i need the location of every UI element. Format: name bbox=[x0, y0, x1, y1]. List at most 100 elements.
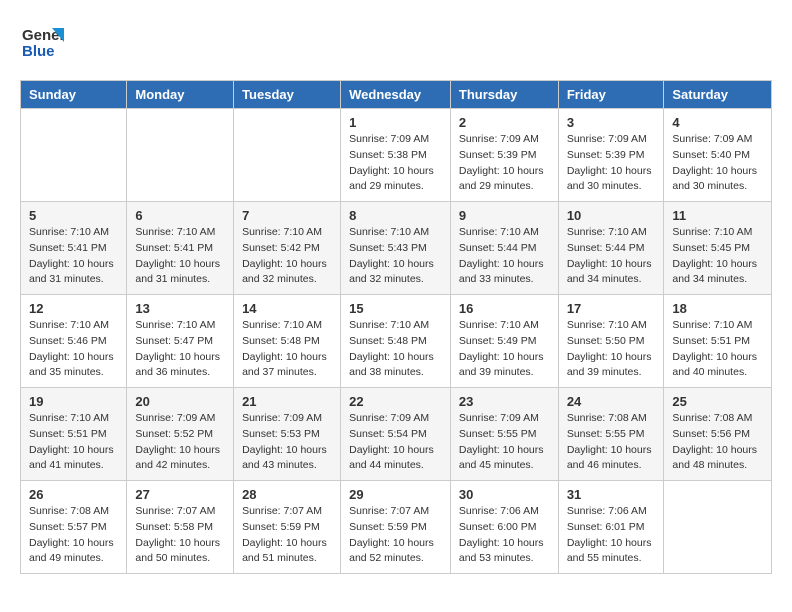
day-number: 10 bbox=[567, 208, 656, 223]
day-info: Sunrise: 7:10 AM Sunset: 5:42 PM Dayligh… bbox=[242, 225, 332, 288]
day-number: 3 bbox=[567, 115, 656, 130]
day-cell: 3Sunrise: 7:09 AM Sunset: 5:39 PM Daylig… bbox=[558, 109, 664, 202]
day-cell: 24 Sunrise: 7:08 AM Sunset: 5:55 PM Dayli… bbox=[558, 388, 664, 481]
day-info: Sunrise: 7:06 AM Sunset: 6:00 PM Dayligh… bbox=[459, 504, 550, 567]
day-number: 11 bbox=[672, 208, 763, 223]
day-number: 25 bbox=[672, 394, 763, 409]
day-info: Sunrise: 7:10 AM Sunset: 5:44 PM Dayligh… bbox=[459, 225, 550, 288]
day-number: 18 bbox=[672, 301, 763, 316]
day-cell: 5 Sunrise: 7:10 AM Sunset: 5:41 PM Daylig… bbox=[21, 202, 127, 295]
day-cell: 2 Sunrise: 7:09 AM Sunset: 5:39 PM Daylig… bbox=[450, 109, 558, 202]
weekday-header-tuesday: Tuesday bbox=[234, 81, 341, 109]
day-number: 12 bbox=[29, 301, 118, 316]
day-number: 30 bbox=[459, 487, 550, 502]
day-cell: 26 Sunrise: 7:08 AM Sunset: 5:57 PM Dayli… bbox=[21, 481, 127, 574]
day-info: Sunrise: 7:09 AM Sunset: 5:38 PM Dayligh… bbox=[349, 132, 442, 195]
day-number: 17 bbox=[567, 301, 656, 316]
day-info: Sunrise: 7:09 AM Sunset: 5:52 PM Dayligh… bbox=[135, 411, 225, 474]
day-cell: 11 Sunrise: 7:10 AM Sunset: 5:45 PM Dayli… bbox=[664, 202, 772, 295]
weekday-header-wednesday: Wednesday bbox=[341, 81, 451, 109]
day-cell: 10 Sunrise: 7:10 AM Sunset: 5:44 PM Dayli… bbox=[558, 202, 664, 295]
week-row-5: 26 Sunrise: 7:08 AM Sunset: 5:57 PM Dayli… bbox=[21, 481, 772, 574]
day-number: 28 bbox=[242, 487, 332, 502]
day-cell bbox=[21, 109, 127, 202]
day-number: 14 bbox=[242, 301, 332, 316]
day-cell: 13 Sunrise: 7:10 AM Sunset: 5:47 PM Dayli… bbox=[127, 295, 234, 388]
week-row-4: 19 Sunrise: 7:10 AM Sunset: 5:51 PM Dayli… bbox=[21, 388, 772, 481]
day-info: Sunrise: 7:09 AM Sunset: 5:39 PM Dayligh… bbox=[459, 132, 550, 195]
day-number: 19 bbox=[29, 394, 118, 409]
day-cell: 27 Sunrise: 7:07 AM Sunset: 5:58 PM Dayli… bbox=[127, 481, 234, 574]
day-cell: 16 Sunrise: 7:10 AM Sunset: 5:49 PM Dayli… bbox=[450, 295, 558, 388]
day-cell: 31 Sunrise: 7:06 AM Sunset: 6:01 PM Dayli… bbox=[558, 481, 664, 574]
day-info: Sunrise: 7:10 AM Sunset: 5:48 PM Dayligh… bbox=[349, 318, 442, 381]
day-cell: 28 Sunrise: 7:07 AM Sunset: 5:59 PM Dayli… bbox=[234, 481, 341, 574]
day-cell: 25Sunrise: 7:08 AM Sunset: 5:56 PM Dayli… bbox=[664, 388, 772, 481]
day-cell: 23 Sunrise: 7:09 AM Sunset: 5:55 PM Dayli… bbox=[450, 388, 558, 481]
day-info: Sunrise: 7:07 AM Sunset: 5:59 PM Dayligh… bbox=[242, 504, 332, 567]
day-cell bbox=[664, 481, 772, 574]
day-info: Sunrise: 7:09 AM Sunset: 5:53 PM Dayligh… bbox=[242, 411, 332, 474]
weekday-header-sunday: Sunday bbox=[21, 81, 127, 109]
day-number: 2 bbox=[459, 115, 550, 130]
day-cell bbox=[127, 109, 234, 202]
day-cell: 12 Sunrise: 7:10 AM Sunset: 5:46 PM Dayli… bbox=[21, 295, 127, 388]
day-info: Sunrise: 7:10 AM Sunset: 5:45 PM Dayligh… bbox=[672, 225, 763, 288]
day-number: 5 bbox=[29, 208, 118, 223]
day-info: Sunrise: 7:10 AM Sunset: 5:47 PM Dayligh… bbox=[135, 318, 225, 381]
day-number: 29 bbox=[349, 487, 442, 502]
logo: General Blue bbox=[20, 20, 64, 64]
calendar-table: SundayMondayTuesdayWednesdayThursdayFrid… bbox=[20, 80, 772, 574]
day-cell: 15Sunrise: 7:10 AM Sunset: 5:48 PM Dayli… bbox=[341, 295, 451, 388]
day-number: 13 bbox=[135, 301, 225, 316]
day-info: Sunrise: 7:10 AM Sunset: 5:41 PM Dayligh… bbox=[135, 225, 225, 288]
day-info: Sunrise: 7:10 AM Sunset: 5:49 PM Dayligh… bbox=[459, 318, 550, 381]
day-number: 27 bbox=[135, 487, 225, 502]
weekday-header-saturday: Saturday bbox=[664, 81, 772, 109]
day-info: Sunrise: 7:07 AM Sunset: 5:58 PM Dayligh… bbox=[135, 504, 225, 567]
day-cell: 18 Sunrise: 7:10 AM Sunset: 5:51 PM Dayli… bbox=[664, 295, 772, 388]
day-cell: 17 Sunrise: 7:10 AM Sunset: 5:50 PM Dayli… bbox=[558, 295, 664, 388]
day-info: Sunrise: 7:10 AM Sunset: 5:43 PM Dayligh… bbox=[349, 225, 442, 288]
day-cell: 29Sunrise: 7:07 AM Sunset: 5:59 PM Dayli… bbox=[341, 481, 451, 574]
day-cell: 8Sunrise: 7:10 AM Sunset: 5:43 PM Daylig… bbox=[341, 202, 451, 295]
day-cell bbox=[234, 109, 341, 202]
day-info: Sunrise: 7:08 AM Sunset: 5:57 PM Dayligh… bbox=[29, 504, 118, 567]
day-cell: 6Sunrise: 7:10 AM Sunset: 5:41 PM Daylig… bbox=[127, 202, 234, 295]
day-cell: 21Sunrise: 7:09 AM Sunset: 5:53 PM Dayli… bbox=[234, 388, 341, 481]
day-info: Sunrise: 7:10 AM Sunset: 5:44 PM Dayligh… bbox=[567, 225, 656, 288]
day-number: 16 bbox=[459, 301, 550, 316]
day-number: 4 bbox=[672, 115, 763, 130]
day-cell: 4Sunrise: 7:09 AM Sunset: 5:40 PM Daylig… bbox=[664, 109, 772, 202]
day-cell: 7Sunrise: 7:10 AM Sunset: 5:42 PM Daylig… bbox=[234, 202, 341, 295]
day-cell: 14 Sunrise: 7:10 AM Sunset: 5:48 PM Dayli… bbox=[234, 295, 341, 388]
weekday-header-friday: Friday bbox=[558, 81, 664, 109]
day-info: Sunrise: 7:09 AM Sunset: 5:54 PM Dayligh… bbox=[349, 411, 442, 474]
day-number: 26 bbox=[29, 487, 118, 502]
day-info: Sunrise: 7:10 AM Sunset: 5:41 PM Dayligh… bbox=[29, 225, 118, 288]
day-number: 31 bbox=[567, 487, 656, 502]
day-info: Sunrise: 7:10 AM Sunset: 5:48 PM Dayligh… bbox=[242, 318, 332, 381]
page-header: General Blue bbox=[20, 20, 772, 64]
weekday-header-thursday: Thursday bbox=[450, 81, 558, 109]
day-info: Sunrise: 7:06 AM Sunset: 6:01 PM Dayligh… bbox=[567, 504, 656, 567]
day-info: Sunrise: 7:08 AM Sunset: 5:55 PM Dayligh… bbox=[567, 411, 656, 474]
day-info: Sunrise: 7:10 AM Sunset: 5:46 PM Dayligh… bbox=[29, 318, 118, 381]
day-cell: 20 Sunrise: 7:09 AM Sunset: 5:52 PM Dayli… bbox=[127, 388, 234, 481]
day-info: Sunrise: 7:09 AM Sunset: 5:55 PM Dayligh… bbox=[459, 411, 550, 474]
day-cell: 19 Sunrise: 7:10 AM Sunset: 5:51 PM Dayli… bbox=[21, 388, 127, 481]
day-cell: 22Sunrise: 7:09 AM Sunset: 5:54 PM Dayli… bbox=[341, 388, 451, 481]
weekday-header-row: SundayMondayTuesdayWednesdayThursdayFrid… bbox=[21, 81, 772, 109]
day-number: 24 bbox=[567, 394, 656, 409]
day-cell: 9Sunrise: 7:10 AM Sunset: 5:44 PM Daylig… bbox=[450, 202, 558, 295]
day-info: Sunrise: 7:10 AM Sunset: 5:51 PM Dayligh… bbox=[29, 411, 118, 474]
day-number: 23 bbox=[459, 394, 550, 409]
day-number: 20 bbox=[135, 394, 225, 409]
day-info: Sunrise: 7:10 AM Sunset: 5:50 PM Dayligh… bbox=[567, 318, 656, 381]
day-number: 1 bbox=[349, 115, 442, 130]
week-row-3: 12 Sunrise: 7:10 AM Sunset: 5:46 PM Dayli… bbox=[21, 295, 772, 388]
week-row-1: 1 Sunrise: 7:09 AM Sunset: 5:38 PM Daylig… bbox=[21, 109, 772, 202]
day-info: Sunrise: 7:10 AM Sunset: 5:51 PM Dayligh… bbox=[672, 318, 763, 381]
svg-text:Blue: Blue bbox=[22, 43, 55, 60]
day-cell: 30 Sunrise: 7:06 AM Sunset: 6:00 PM Dayli… bbox=[450, 481, 558, 574]
